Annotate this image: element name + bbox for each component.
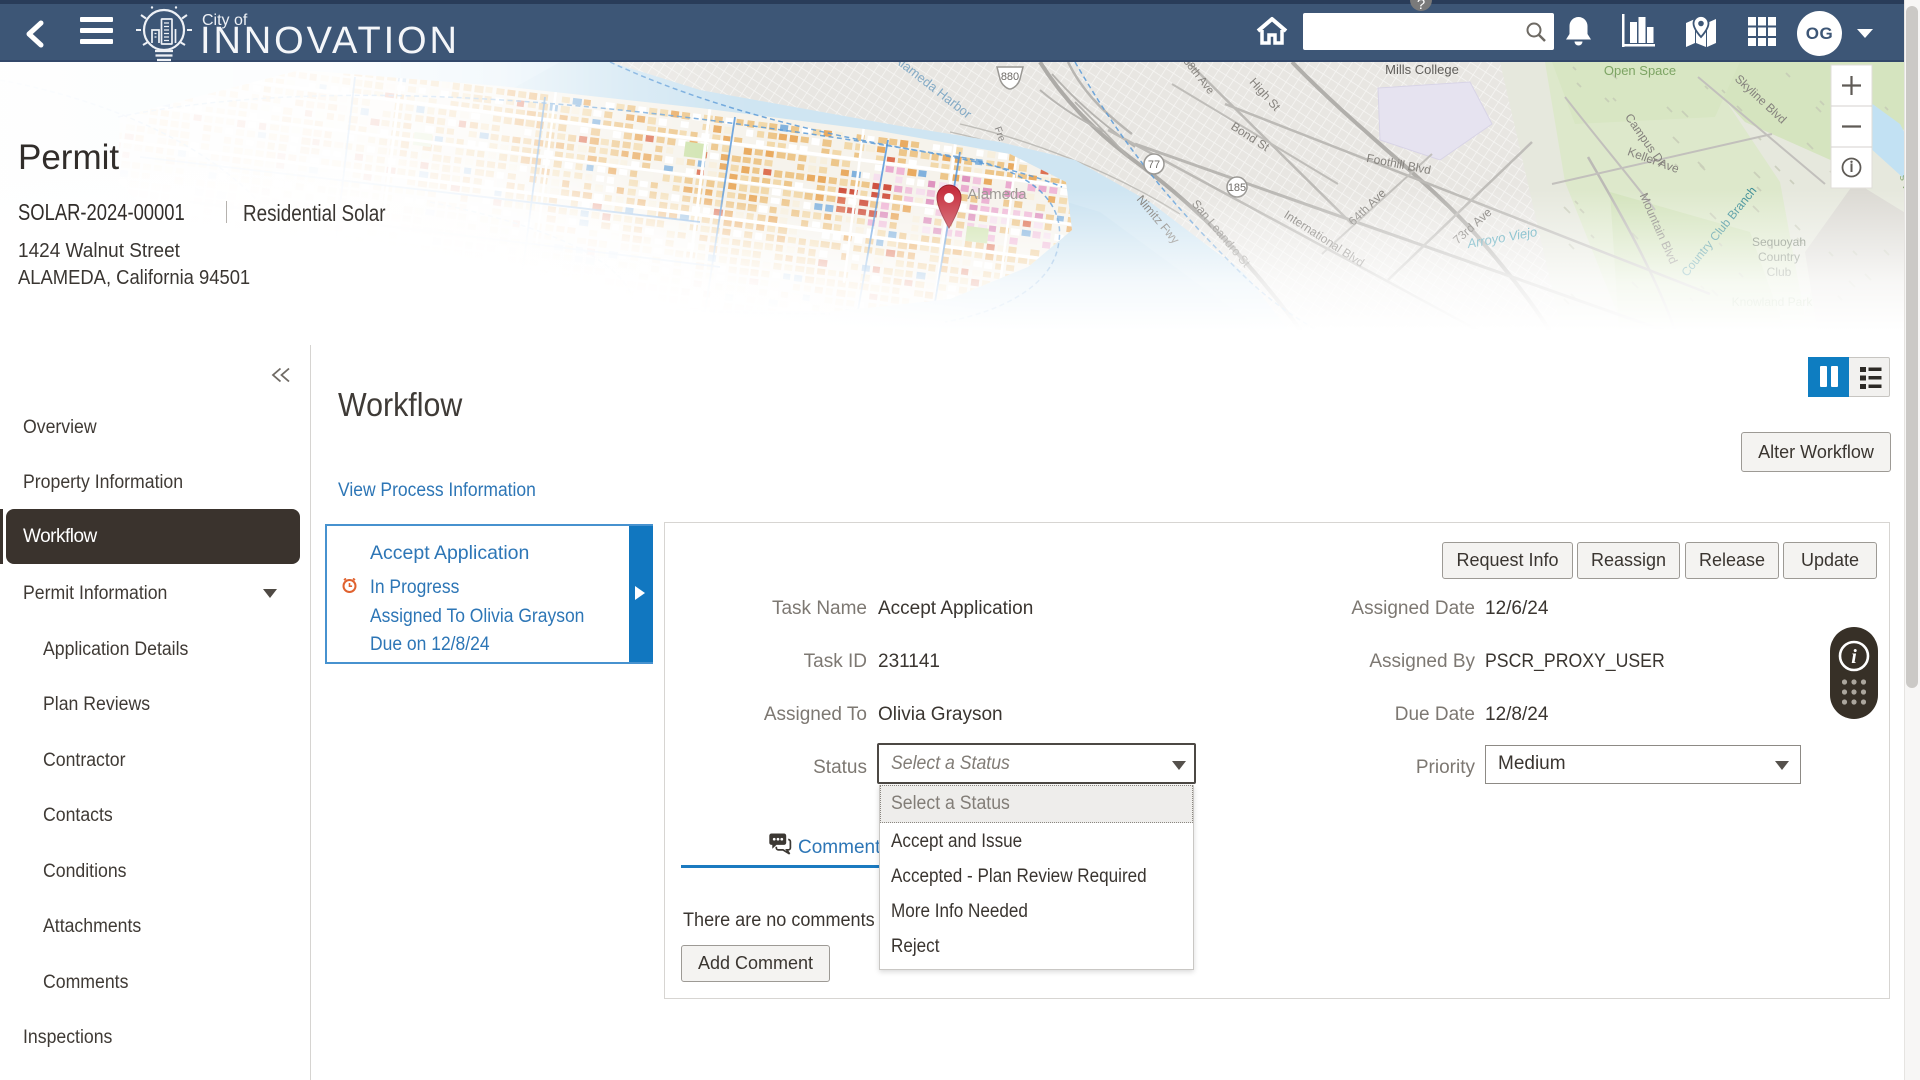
svg-text:i: i	[1851, 646, 1857, 668]
svg-text:?: ?	[1417, 0, 1425, 13]
